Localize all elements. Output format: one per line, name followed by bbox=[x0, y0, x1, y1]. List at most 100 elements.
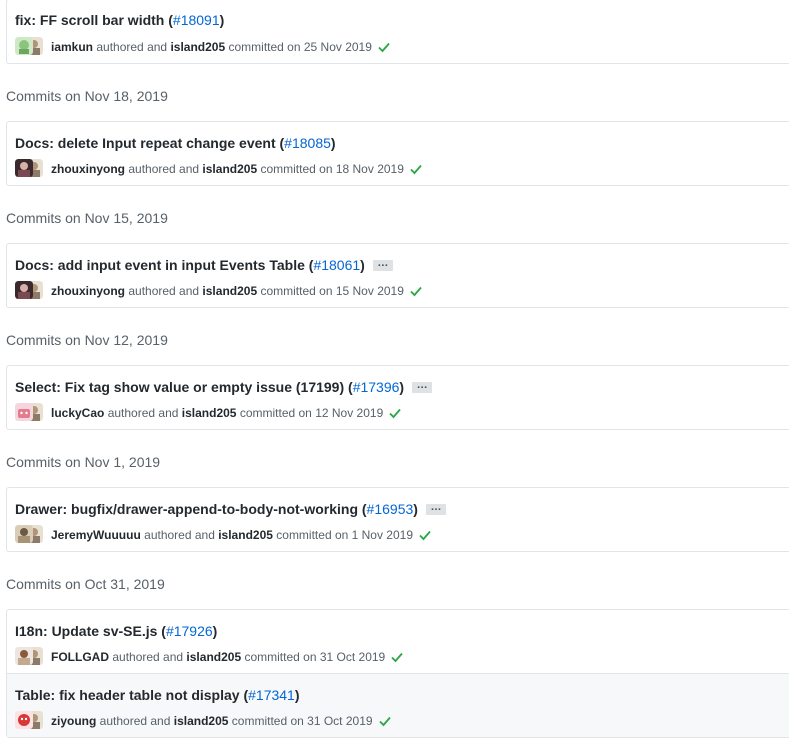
date-group-header: Commits on Nov 12, 2019 bbox=[6, 332, 168, 348]
date-group-header: Commits on Nov 18, 2019 bbox=[6, 88, 168, 104]
commit-item: I18n: Update sv-SE.js (#17926) FOLLGAD a… bbox=[7, 610, 789, 673]
commit-message-end: ) bbox=[360, 257, 365, 273]
committed-date[interactable]: committed on 31 Oct 2019 bbox=[232, 713, 373, 729]
pr-link[interactable]: #17926 bbox=[166, 623, 213, 639]
commit-item: Docs: delete Input repeat change event (… bbox=[7, 122, 789, 185]
commit-title[interactable]: I18n: Update sv-SE.js (#17926) bbox=[15, 622, 217, 640]
commit-item: Drawer: bugfix/drawer-append-to-body-not… bbox=[7, 488, 789, 551]
commit-message-end: ) bbox=[330, 135, 336, 151]
author-avatar[interactable] bbox=[15, 711, 33, 729]
pr-link[interactable]: #16953 bbox=[367, 501, 414, 517]
commit-item: Select: Fix tag show value or empty issu… bbox=[7, 366, 789, 429]
commit-list: I18n: Update sv-SE.js (#17926) FOLLGAD a… bbox=[6, 609, 789, 738]
commit-message[interactable]: I18n: Update sv-SE.js ( bbox=[15, 623, 166, 639]
check-icon[interactable] bbox=[377, 40, 391, 54]
committed-date[interactable]: committed on 31 Oct 2019 bbox=[244, 649, 385, 665]
expand-message-button[interactable]: … bbox=[372, 257, 393, 271]
authored-text: authored and bbox=[112, 650, 184, 664]
commit-message-end: ) bbox=[294, 687, 300, 703]
commit-message[interactable]: Table: fix header table not display ( bbox=[15, 687, 248, 703]
check-icon[interactable] bbox=[418, 528, 432, 542]
author-link[interactable]: ziyoung bbox=[51, 713, 96, 729]
commit-list-top: fix: FF scroll bar width (#18091) iamkun… bbox=[6, 0, 789, 64]
check-icon[interactable] bbox=[390, 650, 404, 664]
author-link[interactable]: luckyCao bbox=[51, 405, 104, 421]
pr-link[interactable]: #18061 bbox=[313, 257, 360, 273]
committer-link[interactable]: island205 bbox=[174, 713, 229, 729]
committed-date[interactable]: committed on 15 Nov 2019 bbox=[260, 283, 403, 299]
commit-meta: zhouxinyong authored and island205 commi… bbox=[15, 159, 423, 179]
commit-title[interactable]: Select: Fix tag show value or empty issu… bbox=[15, 378, 433, 396]
authored-text: authored and bbox=[107, 406, 179, 420]
author-avatar[interactable] bbox=[15, 647, 33, 665]
commit-meta: luckyCao authored and island205 committe… bbox=[15, 403, 402, 423]
commit-message-end: ) bbox=[399, 379, 405, 395]
author-link[interactable]: iamkun bbox=[51, 39, 93, 55]
commit-message-end: ) bbox=[212, 623, 218, 639]
commit-list: Drawer: bugfix/drawer-append-to-body-not… bbox=[6, 487, 789, 552]
avatar-group bbox=[15, 37, 43, 57]
committed-date[interactable]: committed on 1 Nov 2019 bbox=[276, 527, 413, 543]
author-avatar[interactable] bbox=[15, 403, 33, 421]
committer-link[interactable]: island205 bbox=[202, 161, 257, 177]
check-icon[interactable] bbox=[378, 714, 392, 728]
expand-message-button[interactable]: … bbox=[412, 379, 433, 393]
commit-message-end: ) bbox=[413, 501, 418, 517]
committed-date[interactable]: committed on 12 Nov 2019 bbox=[240, 405, 383, 421]
commit-list: Docs: delete Input repeat change event (… bbox=[6, 121, 789, 186]
author-avatar[interactable] bbox=[15, 37, 33, 55]
authored-text: authored and bbox=[144, 528, 215, 542]
committed-date[interactable]: committed on 18 Nov 2019 bbox=[260, 161, 403, 177]
expand-message-button[interactable]: … bbox=[425, 501, 446, 515]
commit-list: Docs: add input event in input Events Ta… bbox=[6, 243, 789, 308]
authored-text: authored and bbox=[128, 162, 200, 176]
committer-link[interactable]: island205 bbox=[202, 283, 257, 299]
pr-link[interactable]: #18091 bbox=[173, 12, 220, 28]
avatar-group bbox=[15, 711, 43, 731]
check-icon[interactable] bbox=[409, 284, 423, 298]
commit-list: Select: Fix tag show value or empty issu… bbox=[6, 365, 789, 430]
author-avatar[interactable] bbox=[15, 281, 33, 299]
date-group-header: Commits on Nov 1, 2019 bbox=[6, 454, 161, 470]
committed-date[interactable]: committed on 25 Nov 2019 bbox=[228, 39, 371, 55]
avatar-group bbox=[15, 525, 43, 545]
commit-title[interactable]: Docs: delete Input repeat change event (… bbox=[15, 134, 336, 152]
author-link[interactable]: zhouxinyong bbox=[51, 283, 125, 299]
commit-meta: zhouxinyong authored and island205 commi… bbox=[15, 281, 423, 301]
commit-meta: iamkun authored and island205 committed … bbox=[15, 37, 391, 57]
pr-link[interactable]: #17396 bbox=[353, 379, 400, 395]
commit-message[interactable]: Docs: add input event in input Events Ta… bbox=[15, 257, 313, 273]
authored-text: authored and bbox=[96, 40, 168, 54]
commit-meta: ziyoung authored and island205 committed… bbox=[15, 711, 392, 731]
committer-link[interactable]: island205 bbox=[186, 649, 241, 665]
author-link[interactable]: zhouxinyong bbox=[51, 161, 125, 177]
commit-message[interactable]: Select: Fix tag show value or empty issu… bbox=[15, 379, 353, 395]
commit-message[interactable]: fix: FF scroll bar width ( bbox=[15, 12, 173, 28]
commit-title[interactable]: Drawer: bugfix/drawer-append-to-body-not… bbox=[15, 500, 446, 518]
date-group-header: Commits on Nov 15, 2019 bbox=[6, 210, 168, 226]
avatar-group bbox=[15, 281, 43, 301]
commit-meta: FOLLGAD authored and island205 committed… bbox=[15, 647, 404, 667]
authored-text: authored and bbox=[128, 284, 200, 298]
committer-link[interactable]: island205 bbox=[182, 405, 237, 421]
commit-message[interactable]: Drawer: bugfix/drawer-append-to-body-not… bbox=[15, 501, 367, 517]
commit-item: Docs: add input event in input Events Ta… bbox=[7, 244, 789, 307]
commit-item: Table: fix header table not display (#17… bbox=[7, 673, 789, 737]
check-icon[interactable] bbox=[388, 406, 402, 420]
commit-message[interactable]: Docs: delete Input repeat change event ( bbox=[15, 135, 284, 151]
author-link[interactable]: JeremyWuuuuu bbox=[51, 527, 141, 543]
commit-meta: JeremyWuuuuu authored and island205 comm… bbox=[15, 525, 432, 545]
author-link[interactable]: FOLLGAD bbox=[51, 649, 109, 665]
author-avatar[interactable] bbox=[15, 525, 33, 543]
committer-link[interactable]: island205 bbox=[218, 527, 273, 543]
commit-title[interactable]: Table: fix header table not display (#17… bbox=[15, 686, 300, 704]
avatar-group bbox=[15, 159, 43, 179]
commit-title[interactable]: fix: FF scroll bar width (#18091) bbox=[15, 11, 224, 29]
pr-link[interactable]: #18085 bbox=[284, 135, 331, 151]
committer-link[interactable]: island205 bbox=[170, 39, 225, 55]
commit-item: fix: FF scroll bar width (#18091) iamkun… bbox=[7, 0, 789, 63]
commit-title[interactable]: Docs: add input event in input Events Ta… bbox=[15, 256, 393, 274]
check-icon[interactable] bbox=[409, 162, 423, 176]
pr-link[interactable]: #17341 bbox=[248, 687, 295, 703]
author-avatar[interactable] bbox=[15, 159, 33, 177]
